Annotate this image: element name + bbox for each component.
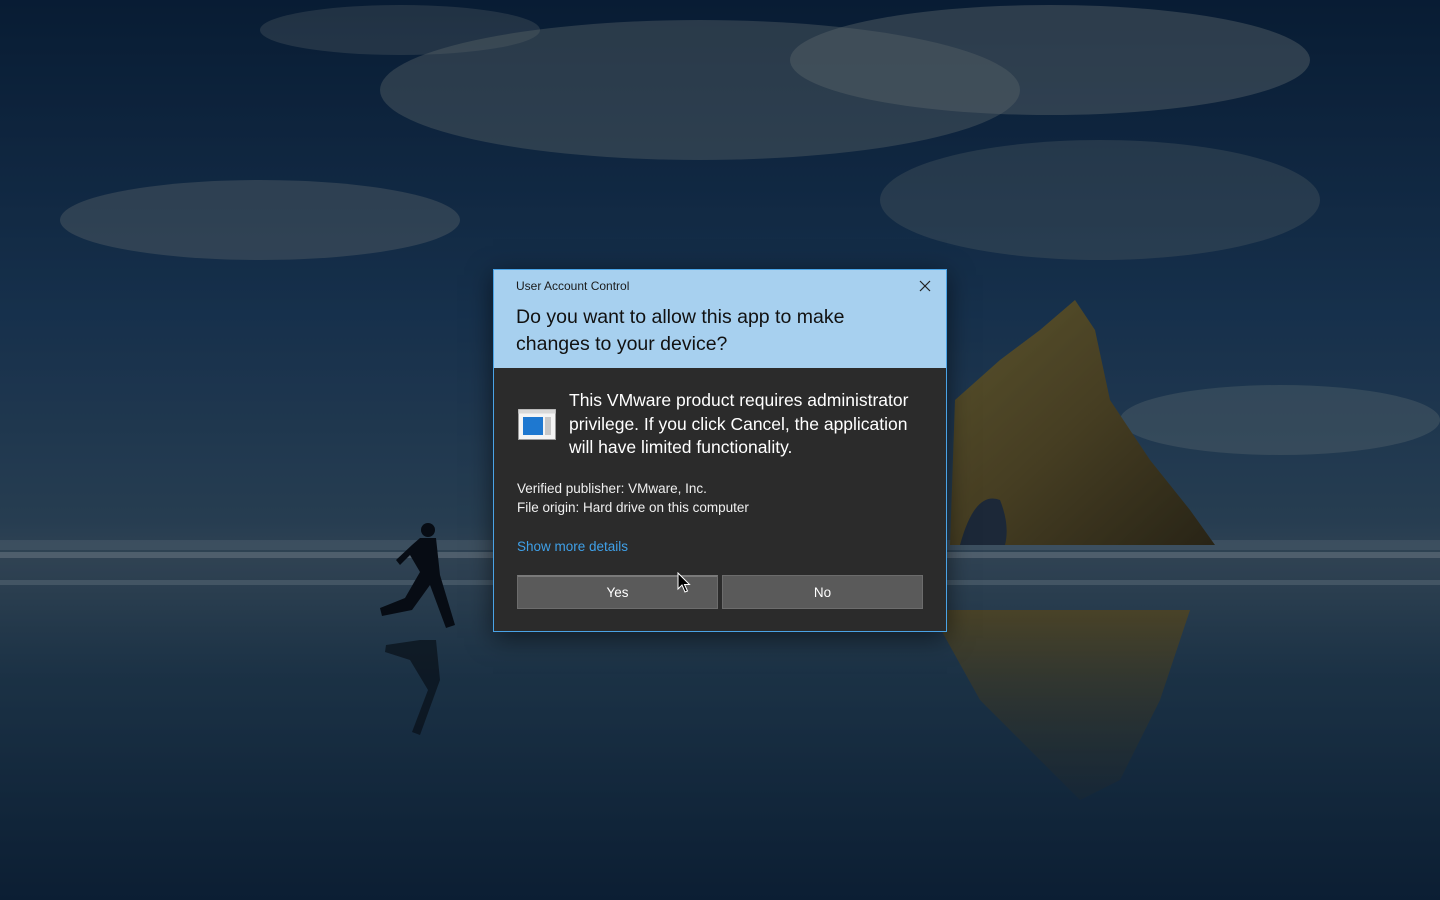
uac-dialog: User Account Control Do you want to allo…	[493, 269, 947, 632]
uac-header: User Account Control Do you want to allo…	[494, 270, 946, 368]
uac-question: Do you want to allow this app to make ch…	[516, 306, 845, 355]
desktop-wallpaper: User Account Control Do you want to allo…	[0, 0, 1440, 900]
mouse-cursor-icon	[677, 572, 691, 593]
no-button[interactable]: No	[722, 575, 923, 609]
file-origin: File origin: Hard drive on this computer	[517, 500, 749, 515]
close-button[interactable]	[910, 274, 940, 298]
close-icon	[919, 280, 931, 292]
application-window-icon	[518, 409, 556, 440]
verified-publisher: Verified publisher: VMware, Inc.	[517, 481, 707, 496]
app-description: This VMware product requires administrat…	[569, 390, 909, 457]
show-more-details-link[interactable]: Show more details	[517, 539, 628, 554]
dialog-title: User Account Control	[516, 279, 630, 293]
